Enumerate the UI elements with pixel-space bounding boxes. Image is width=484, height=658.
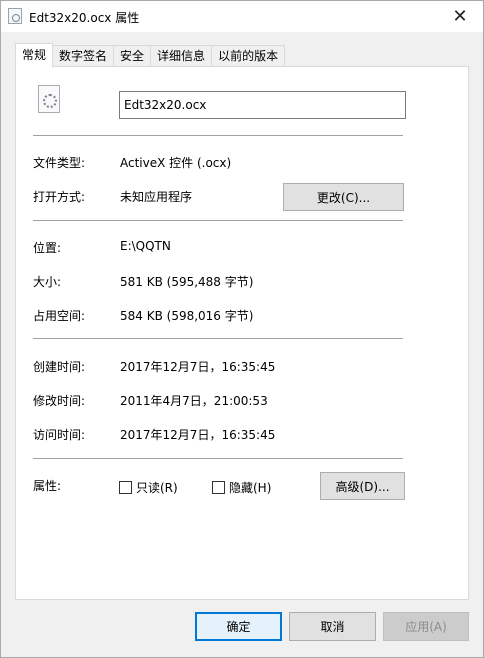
file-gear-icon	[38, 85, 60, 113]
tab-details[interactable]: 详细信息	[150, 45, 213, 67]
accessed-label: 访问时间:	[33, 428, 86, 442]
properties-dialog: Edt32x20.ocx 属性 ✕ 常规 数字签名 安全 详细信息 以前的版本 …	[0, 0, 484, 658]
window-title: Edt32x20.ocx 属性	[29, 11, 140, 25]
accessed-value: 2017年12月7日，16:35:45	[120, 428, 276, 442]
cancel-button[interactable]: 取消	[289, 612, 376, 641]
file-type-value: ActiveX 控件 (.ocx)	[120, 156, 232, 170]
tab-security[interactable]: 安全	[113, 45, 152, 67]
advanced-button[interactable]: 高级(D)...	[320, 472, 405, 500]
size-on-disk-label: 占用空间:	[33, 309, 86, 323]
readonly-checkbox-box[interactable]	[119, 481, 132, 494]
created-value: 2017年12月7日，16:35:45	[120, 360, 276, 374]
location-value: E:\QQTN	[120, 239, 171, 253]
attributes-label: 属性:	[33, 479, 62, 493]
ok-button[interactable]: 确定	[195, 612, 282, 641]
modified-value: 2011年4月7日，21:00:53	[120, 394, 268, 408]
file-gear-icon	[8, 8, 22, 24]
opens-with-label: 打开方式:	[33, 190, 86, 204]
general-panel: Edt32x20.ocx 文件类型: ActiveX 控件 (.ocx) 打开方…	[15, 66, 469, 600]
size-label: 大小:	[33, 275, 62, 289]
dialog-client: 常规 数字签名 安全 详细信息 以前的版本 Edt32x20.ocx 文件类型:…	[9, 32, 475, 657]
hidden-checkbox[interactable]: 隐藏(H)	[212, 479, 271, 496]
file-name-input[interactable]: Edt32x20.ocx	[119, 91, 406, 119]
apply-button[interactable]: 应用(A)	[383, 612, 469, 641]
tab-strip: 常规 数字签名 安全 详细信息 以前的版本	[15, 43, 286, 68]
divider	[33, 338, 403, 339]
file-type-label: 文件类型:	[33, 156, 86, 170]
change-button[interactable]: 更改(C)...	[283, 183, 404, 211]
title-bar[interactable]: Edt32x20.ocx 属性 ✕	[1, 1, 483, 32]
size-value: 581 KB (595,488 字节)	[120, 275, 254, 289]
tab-digital-signatures[interactable]: 数字签名	[52, 45, 115, 67]
created-label: 创建时间:	[33, 360, 86, 374]
divider	[33, 135, 403, 136]
readonly-checkbox[interactable]: 只读(R)	[119, 479, 178, 496]
opens-with-value: 未知应用程序	[120, 190, 193, 204]
readonly-label: 只读(R)	[136, 481, 178, 495]
hidden-checkbox-box[interactable]	[212, 481, 225, 494]
tab-previous-versions[interactable]: 以前的版本	[211, 45, 286, 67]
hidden-label: 隐藏(H)	[229, 481, 272, 495]
close-icon[interactable]: ✕	[437, 1, 483, 31]
tab-general[interactable]: 常规	[15, 43, 54, 68]
location-label: 位置:	[33, 241, 62, 255]
divider	[33, 220, 403, 221]
modified-label: 修改时间:	[33, 394, 86, 408]
divider	[33, 458, 403, 459]
size-on-disk-value: 584 KB (598,016 字节)	[120, 309, 254, 323]
